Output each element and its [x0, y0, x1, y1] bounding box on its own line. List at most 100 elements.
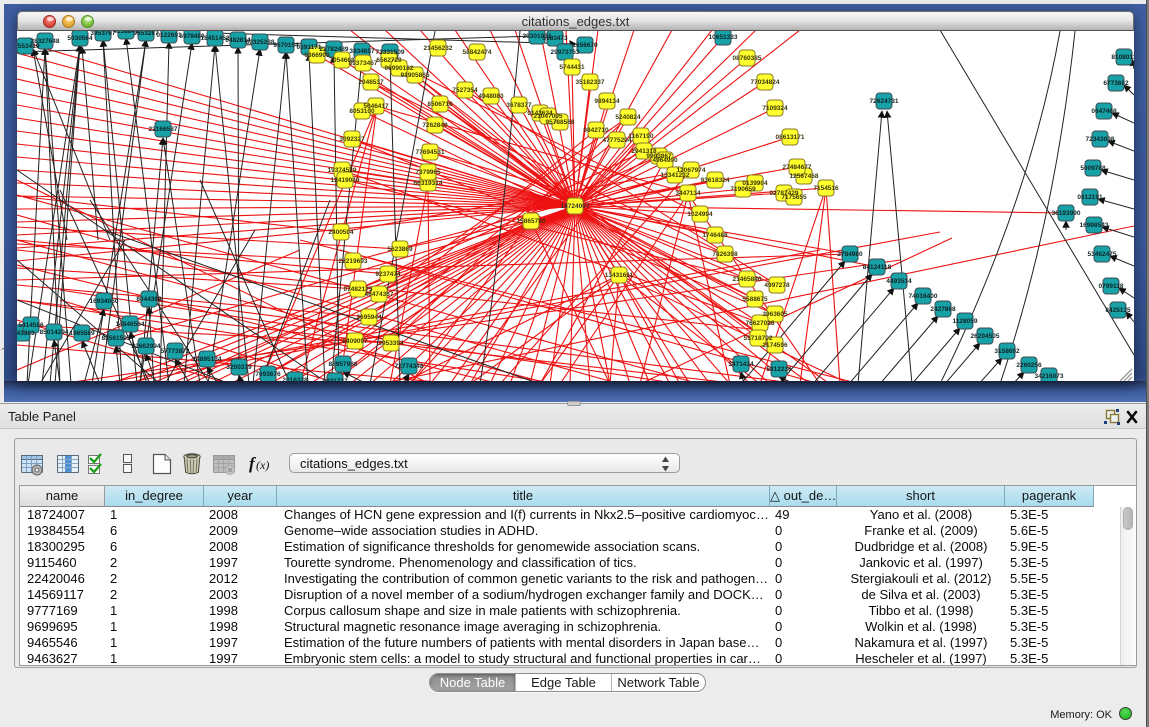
svg-text:3158692: 3158692	[994, 348, 1020, 355]
svg-text:3963605: 3963605	[762, 311, 788, 318]
svg-text:95788568: 95788568	[546, 119, 575, 126]
svg-text:93618324: 93618324	[701, 177, 730, 184]
svg-text:5009788: 5009788	[1080, 165, 1106, 172]
svg-text:10651333: 10651333	[709, 34, 738, 41]
svg-text:9653287: 9653287	[133, 31, 159, 37]
svg-text:72774348: 72774348	[395, 363, 424, 370]
svg-text:2016328: 2016328	[282, 377, 308, 381]
svg-text:9570154: 9570154	[273, 42, 299, 49]
svg-text:47775204: 47775204	[603, 137, 632, 144]
svg-text:46474367: 46474367	[365, 291, 394, 298]
svg-text:8506716: 8506716	[427, 101, 453, 108]
svg-text:5240824: 5240824	[615, 114, 641, 121]
svg-text:8425135: 8425135	[1105, 307, 1131, 314]
svg-text:14846564: 14846564	[116, 321, 145, 328]
svg-text:7190659: 7190659	[730, 186, 756, 193]
svg-text:3834657: 3834657	[349, 48, 375, 55]
svg-text:16998543: 16998543	[1080, 222, 1109, 229]
svg-text:29973763: 29973763	[551, 49, 580, 56]
svg-text:3678377: 3678377	[506, 102, 532, 109]
svg-text:0842710: 0842710	[583, 127, 609, 134]
svg-text:58842474: 58842474	[463, 49, 492, 56]
svg-text:21465840: 21465840	[733, 276, 762, 283]
svg-text:1167190: 1167190	[629, 133, 654, 140]
svg-text:1965569: 1965569	[69, 330, 95, 337]
svg-text:7109324: 7109324	[762, 105, 788, 112]
svg-text:0391171: 0391171	[297, 44, 322, 51]
svg-text:6773602: 6773602	[1103, 80, 1129, 87]
svg-text:19374529: 19374529	[328, 167, 357, 174]
svg-text:7527354: 7527354	[452, 87, 478, 94]
svg-text:18724007: 18724007	[561, 203, 590, 210]
svg-text:7826398: 7826398	[712, 251, 738, 258]
svg-text:3092327: 3092327	[339, 136, 365, 143]
svg-text:3695944: 3695944	[356, 314, 382, 321]
svg-text:12067974: 12067974	[677, 167, 706, 174]
svg-text:1746488: 1746488	[702, 232, 728, 239]
svg-text:83561595: 83561595	[102, 335, 131, 342]
svg-text:2427868: 2427868	[930, 306, 956, 313]
svg-text:1128059: 1128059	[953, 318, 978, 325]
svg-text:4493534: 4493534	[886, 278, 912, 285]
svg-text:57773872: 57773872	[161, 348, 190, 355]
svg-text:9894134: 9894134	[594, 98, 620, 105]
svg-text:14895134: 14895134	[193, 356, 222, 363]
svg-text:2400504: 2400504	[328, 229, 354, 236]
svg-text:51718702: 51718702	[744, 335, 773, 342]
svg-text:12567468: 12567468	[790, 173, 819, 180]
svg-text:91905865: 91905865	[401, 72, 430, 79]
svg-text:2260256: 2260256	[1016, 362, 1042, 369]
svg-text:1024994: 1024994	[687, 211, 713, 218]
svg-text:3953394: 3953394	[378, 340, 404, 347]
svg-text:8053100: 8053100	[349, 108, 375, 115]
svg-text:34216073: 34216073	[1035, 373, 1064, 380]
svg-text:2174596: 2174596	[762, 342, 788, 349]
svg-text:4948083: 4948083	[478, 93, 504, 100]
svg-text:7543303: 7543303	[17, 330, 35, 337]
svg-text:6562729: 6562729	[376, 57, 402, 64]
svg-text:77034824: 77034824	[751, 79, 780, 86]
svg-text:5812236: 5812236	[766, 366, 792, 373]
svg-text:7175655: 7175655	[781, 194, 807, 201]
svg-text:08613171: 08613171	[776, 134, 805, 141]
svg-text:36193990: 36193990	[1052, 210, 1081, 217]
svg-text:89325288: 89325288	[246, 39, 275, 46]
svg-text:13431611: 13431611	[605, 272, 634, 279]
svg-text:23662994: 23662994	[132, 343, 161, 350]
svg-text:8108013: 8108013	[1111, 54, 1134, 61]
svg-text:3447134: 3447134	[675, 190, 701, 197]
svg-text:0366909: 0366909	[304, 52, 330, 59]
svg-text:5414586: 5414586	[18, 322, 44, 329]
svg-text:22219693: 22219693	[339, 258, 368, 265]
svg-text:21047095: 21047095	[534, 113, 563, 120]
svg-text:9237474: 9237474	[375, 271, 401, 278]
svg-text:06990162: 06990162	[385, 65, 414, 72]
svg-text:(x): (x)	[256, 458, 269, 472]
svg-text:7379965: 7379965	[415, 169, 441, 176]
svg-text:89373467: 89373467	[349, 60, 378, 67]
svg-text:72624731: 72624731	[870, 98, 899, 105]
svg-text:88957986: 88957986	[329, 361, 358, 368]
svg-text:7262849: 7262849	[422, 122, 448, 129]
svg-text:0122691: 0122691	[156, 32, 182, 39]
svg-text:28327648: 28327648	[31, 38, 60, 45]
svg-text:72343098: 72343098	[1086, 136, 1115, 143]
svg-text:5030564: 5030564	[67, 35, 93, 42]
svg-text:0812191: 0812191	[1077, 194, 1103, 201]
svg-text:4997278: 4997278	[764, 282, 790, 289]
svg-text:5183473: 5183473	[542, 35, 568, 42]
svg-text:3200379: 3200379	[226, 364, 252, 371]
svg-text:0139904: 0139904	[742, 180, 768, 187]
svg-text:8044369: 8044369	[136, 296, 162, 303]
svg-text:74016400: 74016400	[909, 293, 938, 300]
svg-text:5588675: 5588675	[742, 296, 768, 303]
svg-text:15865780: 15865780	[517, 218, 546, 225]
svg-text:5744431: 5744431	[559, 64, 585, 71]
svg-text:2046537: 2046537	[358, 79, 384, 86]
svg-text:5623869: 5623869	[387, 246, 413, 253]
svg-text:85014294: 85014294	[40, 329, 69, 336]
svg-text:7154516: 7154516	[813, 185, 839, 192]
svg-text:23166587: 23166587	[149, 126, 178, 133]
svg-text:21456232: 21456232	[424, 45, 453, 52]
svg-text:0799118: 0799118	[1099, 283, 1124, 290]
